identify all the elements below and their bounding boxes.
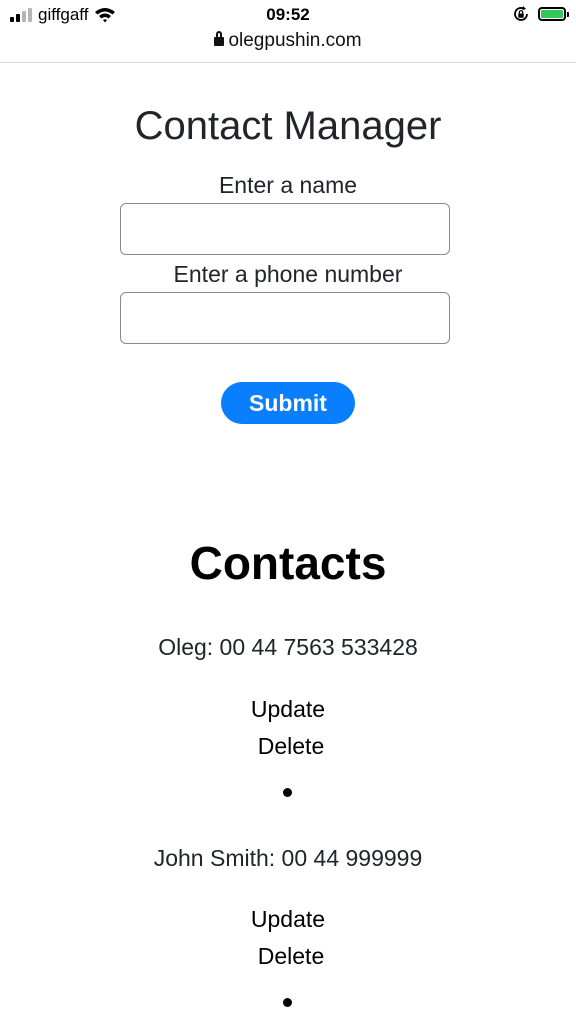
delete-button[interactable]: Delete — [258, 733, 324, 759]
status-right — [512, 5, 569, 23]
submit-button[interactable]: Submit — [221, 382, 355, 424]
update-button[interactable]: Update — [251, 696, 325, 722]
list-bullet — [283, 998, 292, 1007]
status-bar: giffgaff 09:52 olegpushin.com — [0, 0, 576, 63]
battery-level — [541, 10, 563, 18]
lock-icon — [214, 31, 225, 46]
orientation-lock-icon — [514, 6, 528, 21]
contact-text: John Smith: 00 44 999999 — [153, 845, 423, 871]
update-button[interactable]: Update — [251, 906, 325, 932]
battery-icon — [538, 7, 569, 21]
phone-input[interactable] — [120, 292, 450, 344]
delete-button[interactable]: Delete — [258, 943, 324, 969]
address-bar[interactable]: olegpushin.com — [0, 30, 576, 52]
phone-label: Enter a phone number — [173, 261, 403, 287]
name-input[interactable] — [120, 203, 450, 255]
list-bullet — [283, 788, 292, 797]
page-title: Contact Manager — [134, 104, 442, 148]
contact-text: Oleg: 00 44 7563 533428 — [158, 634, 418, 660]
clock: 09:52 — [266, 5, 310, 24]
contacts-title: Contacts — [189, 537, 387, 589]
name-label: Enter a name — [218, 172, 358, 198]
url-text: olegpushin.com — [228, 30, 362, 51]
